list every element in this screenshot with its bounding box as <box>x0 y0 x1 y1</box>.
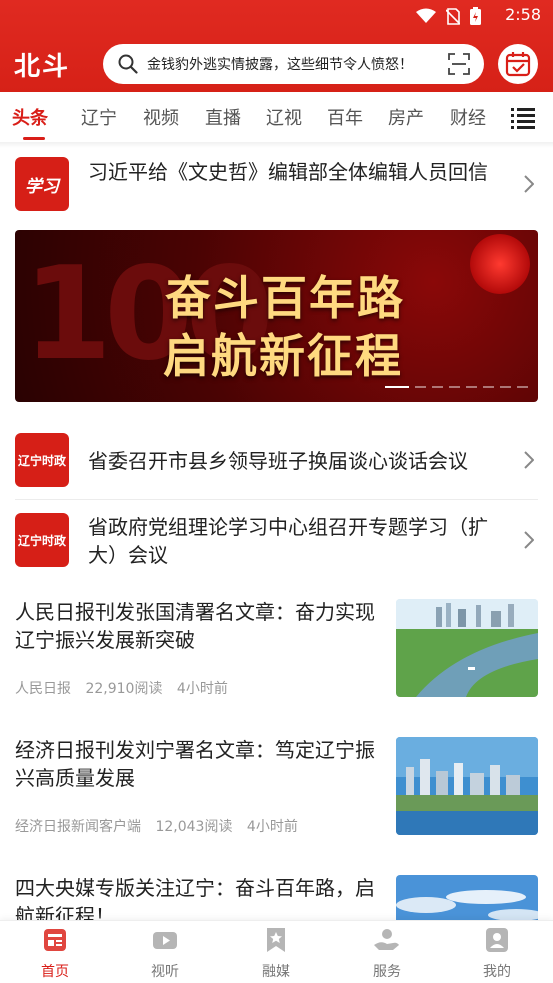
video-icon <box>153 932 177 949</box>
nav-label: 融媒 <box>262 964 290 980</box>
calendar-check-icon <box>505 52 531 77</box>
nav-label: 视听 <box>151 964 179 980</box>
no-sim-icon <box>446 7 460 25</box>
search-bar[interactable]: 金钱豹外逃实情披露，这些细节令人愤怒！ <box>103 44 484 84</box>
news-time: 4小时前 <box>246 819 298 835</box>
headline-title: 习近平给《文史哲》编辑部全体编辑人员回信 <box>88 160 488 184</box>
news-thumbnail <box>396 599 538 697</box>
tab-finance[interactable]: 财经 <box>450 104 486 130</box>
list-divider <box>15 499 538 500</box>
battery-charging-icon <box>470 7 481 25</box>
tab-real-estate[interactable]: 房产 <box>388 104 424 130</box>
search-suggestion-text: 金钱豹外逃实情披露，这些细节令人愤怒！ <box>147 57 413 73</box>
carousel-dot <box>432 386 443 388</box>
chevron-right-icon <box>524 531 534 549</box>
bottom-navigation: 首页 视听 融媒 服务 我的 <box>0 920 553 983</box>
xuexi-logo: 学习 <box>15 157 69 211</box>
carousel-dot <box>385 386 409 388</box>
profile-icon <box>486 928 508 952</box>
news-title: 人民日报刊发张国清署名文章：奋力实现辽宁振兴发展新突破 <box>15 600 375 652</box>
carousel-dot <box>483 386 494 388</box>
search-icon <box>118 54 138 74</box>
carousel-dot <box>415 386 426 388</box>
chevron-right-icon <box>524 175 534 193</box>
app-header: 2:58 北斗 金钱豹外逃实情披露，这些细节令人愤怒！ <box>0 0 553 92</box>
tab-liaoning[interactable]: 辽宁 <box>81 104 117 130</box>
tab-video[interactable]: 视频 <box>143 104 179 130</box>
nav-service[interactable]: 服务 <box>347 927 427 981</box>
headline-item[interactable]: 辽宁时政 省委召开市县乡领导班子换届谈心谈话会议 <box>15 433 538 489</box>
nav-profile[interactable]: 我的 <box>457 927 537 981</box>
nav-home[interactable]: 首页 <box>15 927 95 981</box>
sky-clouds-image <box>396 875 538 920</box>
tabs-divider <box>0 142 553 148</box>
liaoning-politics-logo: 辽宁时政 <box>15 433 69 487</box>
tab-liaoshi[interactable]: 辽视 <box>266 104 302 130</box>
promo-banner[interactable]: 100 奋斗百年路 启航新征程 <box>15 230 538 402</box>
carousel-dot <box>500 386 511 388</box>
banner-glow <box>470 234 530 294</box>
headline-item[interactable]: 学习 习近平给《文史哲》编辑部全体编辑人员回信 <box>15 157 538 217</box>
news-source: 经济日报新闻客户端 <box>15 819 141 835</box>
news-thumbnail <box>396 875 538 920</box>
banner-line-1: 奋斗百年路 <box>165 271 405 325</box>
news-item[interactable]: 四大央媒专版关注辽宁：奋斗百年路，启航新征程！ <box>15 874 538 920</box>
tab-centennial[interactable]: 百年 <box>327 104 363 130</box>
news-thumbnail <box>396 737 538 835</box>
hand-service-icon <box>374 929 399 950</box>
news-title: 四大央媒专版关注辽宁：奋斗百年路，启航新征程！ <box>15 876 375 920</box>
chevron-right-icon <box>524 451 534 469</box>
app-logo[interactable]: 北斗 <box>14 46 70 83</box>
status-bar: 2:58 <box>0 0 553 32</box>
liaoning-politics-logo: 辽宁时政 <box>15 513 69 567</box>
home-news-icon <box>44 929 66 951</box>
news-meta: 经济日报新闻客户端 12,043阅读 4小时前 <box>15 816 308 836</box>
calendar-button[interactable] <box>498 44 538 84</box>
news-meta: 人民日报 22,910阅读 4小时前 <box>15 678 238 698</box>
nav-label: 首页 <box>41 964 69 980</box>
carousel-dot <box>466 386 477 388</box>
status-icons <box>416 7 481 25</box>
news-item[interactable]: 经济日报刊发刘宁署名文章：笃定辽宁振兴高质量发展 经济日报新闻客户端 12,04… <box>15 736 538 836</box>
banner-line-2: 启航新征程 <box>163 329 403 383</box>
nav-label: 我的 <box>483 964 511 980</box>
scan-icon[interactable] <box>448 53 470 75</box>
carousel-dot <box>517 386 528 388</box>
wifi-icon <box>416 8 436 23</box>
nav-label: 服务 <box>373 964 401 980</box>
river-city-image <box>396 599 538 697</box>
nav-audiovisual[interactable]: 视听 <box>125 927 205 981</box>
news-source: 人民日报 <box>15 681 71 697</box>
city-skyline-image <box>396 737 538 835</box>
channel-menu-icon[interactable] <box>511 107 535 129</box>
news-item[interactable]: 人民日报刊发张国清署名文章：奋力实现辽宁振兴发展新突破 人民日报 22,910阅… <box>15 598 538 698</box>
headline-title: 省委召开市县乡领导班子换届谈心谈话会议 <box>88 449 468 473</box>
tab-headlines[interactable]: 头条 <box>12 104 48 130</box>
nav-media[interactable]: 融媒 <box>236 927 316 981</box>
category-tabs: 头条 辽宁 视频 直播 辽视 百年 房产 财经 <box>0 92 553 142</box>
bookmark-star-icon <box>267 928 285 952</box>
headline-item[interactable]: 辽宁时政 省政府党组理论学习中心组召开专题学习（扩大）会议 <box>15 512 538 570</box>
carousel-dot <box>449 386 460 388</box>
news-reads: 22,910阅读 <box>85 681 163 697</box>
active-tab-indicator <box>23 137 45 140</box>
tab-live[interactable]: 直播 <box>205 104 241 130</box>
news-title: 经济日报刊发刘宁署名文章：笃定辽宁振兴高质量发展 <box>15 738 375 790</box>
news-reads: 12,043阅读 <box>155 819 233 835</box>
news-time: 4小时前 <box>176 681 228 697</box>
headline-title: 省政府党组理论学习中心组召开专题学习（扩大）会议 <box>88 515 488 567</box>
status-time: 2:58 <box>505 5 541 24</box>
carousel-indicator <box>385 386 528 388</box>
